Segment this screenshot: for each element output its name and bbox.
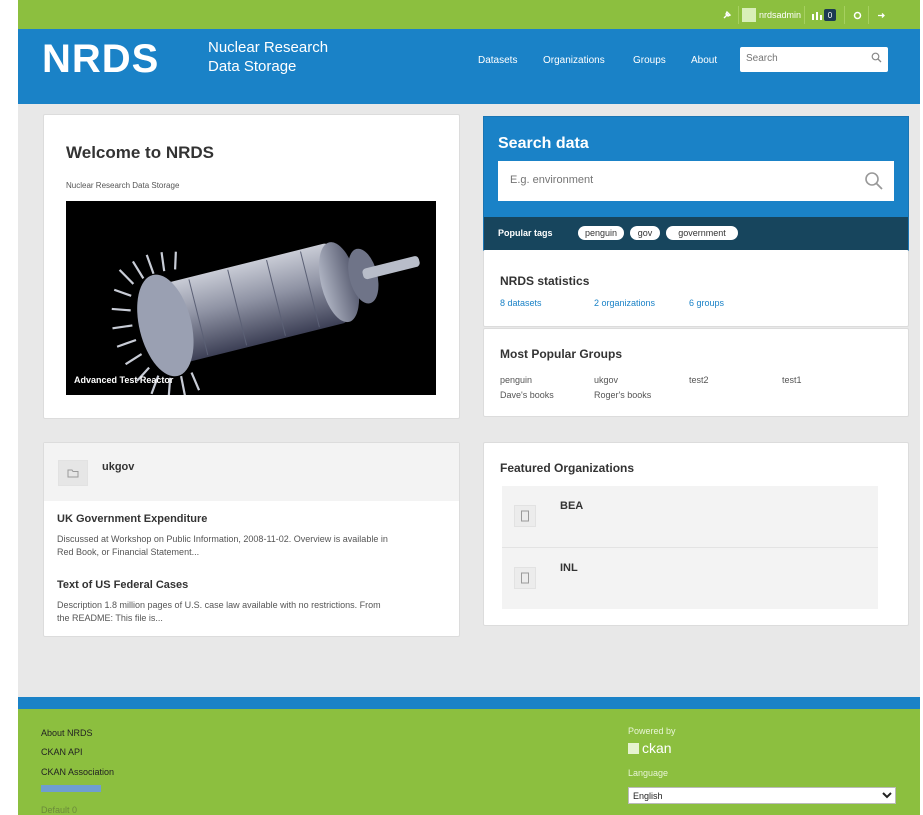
site-logo[interactable]: NRDS: [42, 37, 159, 82]
open-data-badge[interactable]: [41, 785, 101, 792]
group-link[interactable]: penguin: [500, 375, 532, 385]
popular-tags-label: Popular tags: [498, 228, 553, 238]
header-search: [740, 47, 888, 72]
footer-stripe: [18, 697, 920, 709]
dataset-description: Discussed at Workshop on Public Informat…: [57, 534, 388, 557]
dataset-title[interactable]: UK Government Expenditure: [57, 513, 207, 525]
group-module: ukgov UK Government Expenditure Discusse…: [43, 442, 460, 637]
search-icon[interactable]: [864, 171, 884, 194]
welcome-title: Welcome to NRDS: [66, 143, 214, 162]
page: nrdsadmin 0 NRDS Nuclear Research Data S…: [18, 0, 920, 815]
nav-datasets[interactable]: Datasets: [478, 55, 517, 66]
stats-organizations-link[interactable]: 2 organizations: [594, 298, 655, 308]
footer-link-about[interactable]: About NRDS: [41, 728, 93, 738]
reactor-image: Advanced Test Reactor: [66, 201, 436, 395]
org-item[interactable]: INL: [502, 548, 878, 609]
search-data-title: Search data: [498, 135, 589, 152]
search-data-input[interactable]: [498, 161, 850, 199]
nav-about[interactable]: About: [691, 55, 717, 66]
ckan-icon: [628, 742, 639, 754]
welcome-module: Welcome to NRDS Nuclear Research Data St…: [43, 114, 460, 419]
popular-groups-module: Most Popular Groups penguin ukgov test2 …: [483, 328, 909, 417]
sysadmin-icon[interactable]: [718, 7, 736, 23]
featured-orgs-module: Featured Organizations BEA INL: [483, 442, 909, 626]
org-name[interactable]: BEA: [560, 500, 583, 512]
notification-badge[interactable]: 0: [824, 9, 836, 21]
search-data-module: Search data Popular tags penguin gov gov…: [483, 116, 909, 251]
organization-icon: [514, 505, 536, 527]
org-item[interactable]: BEA: [502, 486, 878, 548]
site-tagline: Nuclear Research Data Storage: [208, 39, 329, 75]
group-title[interactable]: ukgov: [102, 461, 134, 473]
folder-icon: [58, 460, 88, 486]
welcome-subtitle: Nuclear Research Data Storage: [66, 181, 180, 190]
stats-title: NRDS statistics: [500, 274, 590, 288]
footer-link-association[interactable]: CKAN Association: [41, 767, 114, 777]
nav-groups[interactable]: Groups: [633, 55, 666, 66]
group-link[interactable]: test1: [782, 375, 802, 385]
language-select[interactable]: English: [628, 787, 896, 804]
dataset-title[interactable]: Text of US Federal Cases: [57, 579, 188, 591]
search-data-box: [498, 161, 894, 201]
powered-by-label: Powered by: [628, 726, 676, 736]
user-avatar[interactable]: [742, 8, 756, 22]
account-bar: nrdsadmin 0: [18, 0, 920, 29]
footer-link-default[interactable]: Default 0: [41, 805, 77, 815]
group-link[interactable]: test2: [689, 375, 709, 385]
search-icon[interactable]: [871, 52, 882, 66]
settings-icon[interactable]: [850, 7, 864, 23]
org-name[interactable]: INL: [560, 562, 578, 574]
popular-tags-bar: Popular tags penguin gov government: [484, 217, 908, 250]
tag-gov[interactable]: gov: [630, 226, 660, 240]
stats-groups-link[interactable]: 6 groups: [689, 298, 724, 308]
dashboard-icon[interactable]: [810, 7, 824, 23]
language-label: Language: [628, 768, 669, 778]
featured-orgs-title: Featured Organizations: [500, 461, 635, 475]
header-search-input[interactable]: [740, 47, 864, 70]
image-caption: Advanced Test Reactor: [74, 375, 174, 385]
username-link[interactable]: nrdsadmin: [759, 7, 801, 23]
organization-icon: [514, 567, 536, 589]
nav-organizations[interactable]: Organizations: [543, 55, 605, 66]
footer-link-api[interactable]: CKAN API: [41, 747, 83, 757]
dataset-description: Description 1.8 million pages of U.S. ca…: [57, 600, 381, 623]
group-link[interactable]: Dave's books: [500, 390, 554, 400]
stats-datasets-link[interactable]: 8 datasets: [500, 298, 542, 308]
ckan-logo[interactable]: ckan: [628, 740, 672, 756]
logout-icon[interactable]: [874, 7, 888, 23]
tag-government[interactable]: government: [666, 226, 738, 240]
group-link[interactable]: Roger's books: [594, 390, 651, 400]
stats-module: NRDS statistics 8 datasets 2 organizatio…: [483, 250, 909, 327]
site-footer: About NRDS CKAN API CKAN Association Def…: [18, 709, 920, 815]
group-link[interactable]: ukgov: [594, 375, 618, 385]
popular-groups-title: Most Popular Groups: [500, 347, 623, 361]
tag-penguin[interactable]: penguin: [578, 226, 624, 240]
site-header: NRDS Nuclear Research Data Storage Datas…: [18, 29, 920, 104]
